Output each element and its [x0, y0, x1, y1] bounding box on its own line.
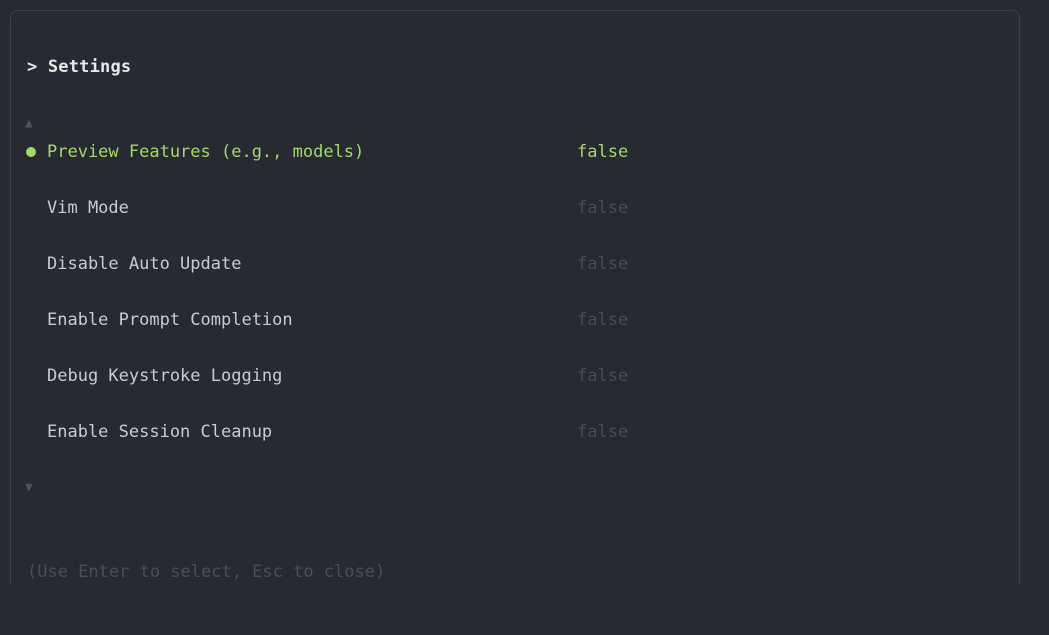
scroll-down-icon[interactable]: ▼ [25, 480, 33, 495]
setting-label: Preview Features (e.g., models) [47, 142, 365, 162]
setting-row-disable-auto-update[interactable]: Disable Auto Update false [0, 251, 1010, 279]
setting-value[interactable]: false [577, 142, 628, 162]
setting-value[interactable]: false [577, 366, 628, 386]
setting-value[interactable]: false [577, 310, 628, 330]
setting-row-vim-mode[interactable]: Vim Mode false [0, 195, 1010, 223]
setting-label: Vim Mode [47, 198, 129, 218]
keyboard-hint: (Use Enter to select, Esc to close) [27, 562, 386, 582]
setting-row-enable-session-cleanup[interactable]: Enable Session Cleanup false [0, 419, 1010, 447]
setting-label: Disable Auto Update [47, 254, 242, 274]
setting-label: Debug Keystroke Logging [47, 366, 283, 386]
setting-value[interactable]: false [577, 198, 628, 218]
dialog-title: > Settings [27, 57, 132, 77]
setting-value[interactable]: false [577, 254, 628, 274]
selection-indicator-icon [26, 147, 36, 157]
setting-row-debug-keystroke-logging[interactable]: Debug Keystroke Logging false [0, 363, 1010, 391]
settings-dialog [10, 10, 1020, 585]
scroll-up-icon[interactable]: ▲ [25, 116, 33, 131]
setting-value[interactable]: false [577, 422, 628, 442]
setting-label: Enable Prompt Completion [47, 310, 293, 330]
setting-label: Enable Session Cleanup [47, 422, 273, 442]
setting-row-enable-prompt-completion[interactable]: Enable Prompt Completion false [0, 307, 1010, 335]
setting-row-preview-features[interactable]: Preview Features (e.g., models) false [0, 139, 1010, 167]
